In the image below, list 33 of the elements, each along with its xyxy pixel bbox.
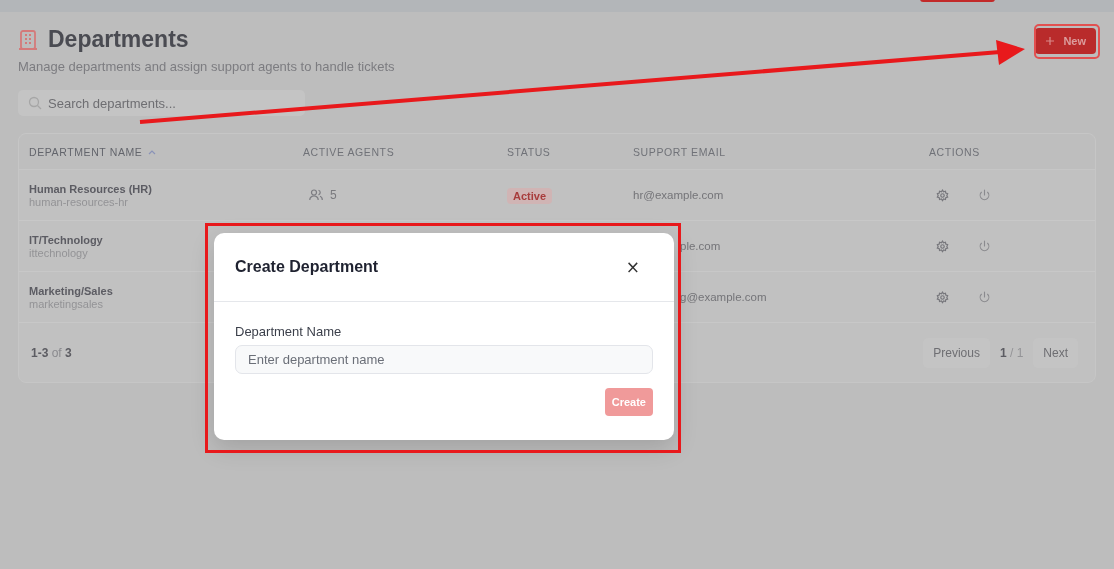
field-label: Department Name xyxy=(235,324,343,339)
column-header: SUPPORT EMAIL xyxy=(633,145,726,158)
column-header: ACTIVE AGENTS xyxy=(303,145,395,158)
sort-ascending-icon[interactable] xyxy=(148,148,157,155)
close-button[interactable]: × xyxy=(621,257,644,277)
department-name: IT/Technology xyxy=(29,233,104,246)
column-header: ACTIONS xyxy=(929,145,980,158)
page-title: Departments xyxy=(48,26,189,53)
support-email: hr@example.com xyxy=(633,189,724,201)
column-header[interactable]: DEPARTMENT NAME xyxy=(29,145,143,158)
power-icon[interactable] xyxy=(978,188,991,202)
support-email: g@example.com xyxy=(680,291,767,303)
settings-icon[interactable] xyxy=(936,188,949,202)
search-field[interactable]: Search departments... xyxy=(18,90,305,116)
support-email: ple.com xyxy=(680,240,721,252)
settings-icon[interactable] xyxy=(936,239,949,253)
users-icon xyxy=(309,189,323,201)
department-name-input[interactable]: Enter department name xyxy=(235,345,653,374)
new-button[interactable]: New xyxy=(1035,28,1096,54)
agent-count: 5 xyxy=(330,188,337,202)
department-name: Human Resources (HR) xyxy=(29,182,153,195)
building-icon xyxy=(18,28,38,51)
column-header: STATUS xyxy=(507,145,551,158)
settings-icon[interactable] xyxy=(936,290,949,304)
power-icon[interactable] xyxy=(978,239,991,253)
power-icon[interactable] xyxy=(978,290,991,304)
status-badge: Active xyxy=(507,188,553,204)
highlight-frame xyxy=(1034,24,1100,59)
search-icon xyxy=(28,96,42,110)
department-name: Marketing/Sales xyxy=(29,284,114,297)
dialog-title: Create Department xyxy=(235,258,379,276)
page-subtitle: Manage departments and assign support agents to handle tickets xyxy=(18,59,395,74)
plus-icon xyxy=(1045,36,1056,46)
